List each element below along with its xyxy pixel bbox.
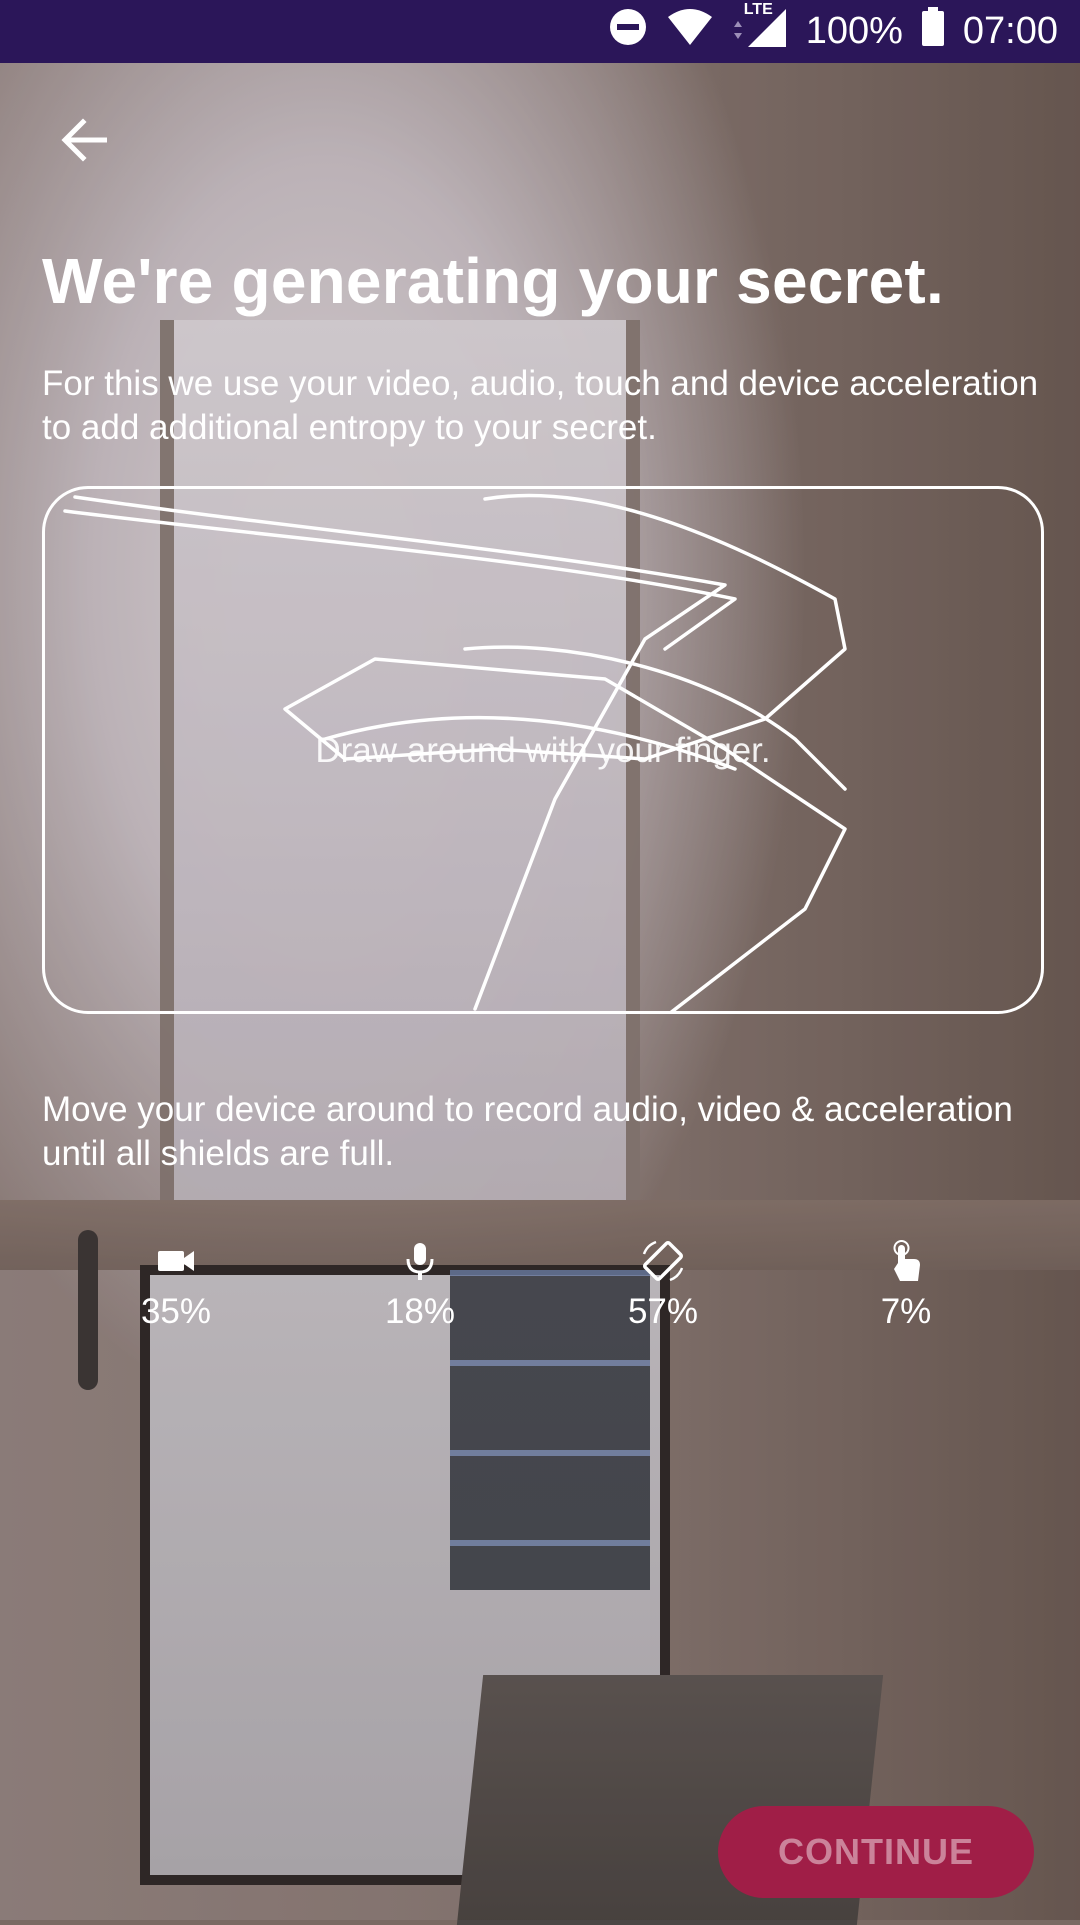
acceleration-percentage: 57% [627,1292,699,1331]
battery-icon [921,6,945,57]
audio-indicator: 18% [350,1236,490,1332]
intro-text: For this we use your video, audio, touch… [42,364,1039,447]
finger-draw-area[interactable]: Draw around with your finger. [42,486,1044,1014]
back-button[interactable] [52,108,116,172]
network-type-label: LTE [743,0,773,18]
continue-button[interactable]: CONTINUE [718,1806,1034,1898]
clock: 07:00 [962,10,1058,52]
arrow-back-icon [61,118,107,162]
instruction-text: Move your device around to record audio,… [42,1090,1013,1173]
do-not-disturb-icon [608,7,648,57]
battery-percentage: 100% [805,10,903,52]
video-percentage: 35% [140,1292,212,1331]
status-bar: LTE 100% 07:00 [0,0,1080,63]
acceleration-indicator: 57% [593,1236,733,1332]
lte-signal-icon: LTE [732,1,788,59]
touch-indicator: 7% [836,1236,976,1332]
screen-rotation-icon [642,1240,684,1282]
entropy-indicators: 35% 18% 57% 7% [0,1236,1080,1336]
video-indicator: 35% [106,1236,246,1332]
draw-hint-text: Draw around with your finger. [315,731,771,770]
audio-percentage: 18% [384,1292,456,1331]
video-camera-icon [158,1251,194,1271]
wifi-icon [666,7,714,57]
touch-percentage: 7% [880,1292,932,1331]
microphone-icon [406,1243,434,1280]
page-title: We're generating your secret. [42,245,944,317]
touch-icon [893,1240,920,1281]
